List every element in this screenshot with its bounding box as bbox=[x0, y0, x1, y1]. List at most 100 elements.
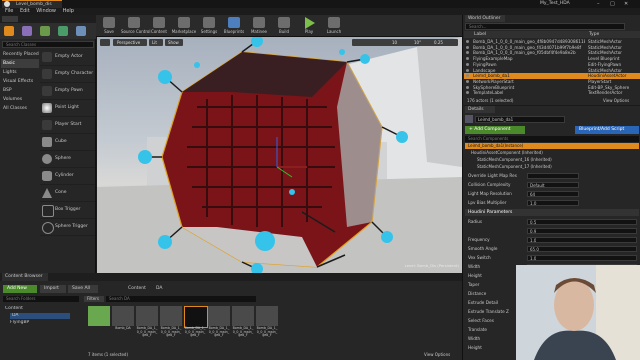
outliner-row[interactable]: Bomb_DA_1_0_0_0_main_geo_f43d4071b99f7b9… bbox=[464, 45, 640, 51]
category-lights[interactable]: Lights bbox=[1, 68, 39, 77]
play-button[interactable]: Play bbox=[298, 16, 320, 36]
blueprint-script-button[interactable]: Blueprint/Add Script bbox=[575, 126, 639, 134]
minimize-button[interactable]: – bbox=[597, 0, 607, 8]
level-tab[interactable]: Level_bomb_dis bbox=[2, 0, 62, 8]
outliner-row[interactable]: SkySphereBlueprint Edit-BP_Sky_Sphere bbox=[464, 85, 640, 91]
folder-item[interactable] bbox=[88, 306, 110, 336]
rotation-snap-value[interactable]: 10° bbox=[414, 39, 421, 46]
foliage-mode-icon[interactable] bbox=[58, 26, 68, 36]
eye-icon[interactable] bbox=[466, 91, 469, 95]
param-slider[interactable]: 0.9 bbox=[527, 228, 637, 234]
eye-icon[interactable] bbox=[466, 40, 469, 43]
outliner-view-options[interactable]: View Options bbox=[603, 97, 639, 104]
search-folders-input[interactable]: Search Folders bbox=[3, 296, 79, 302]
marketplace-button[interactable]: Marketplace bbox=[172, 16, 196, 36]
import-button[interactable]: Import bbox=[40, 285, 66, 293]
category-bsp[interactable]: BSP bbox=[1, 86, 39, 95]
menu-help[interactable]: Help bbox=[63, 8, 74, 15]
outliner-row[interactable]: Leimd_bomb_da1 HoudiniAssetActor bbox=[464, 73, 640, 79]
content-view-options[interactable]: View Options bbox=[424, 352, 460, 358]
menu-edit[interactable]: Edit bbox=[20, 8, 30, 15]
component-root[interactable]: Leimd_bomb_da1(Instance) bbox=[465, 143, 639, 149]
param-slider[interactable]: 65.0 bbox=[527, 246, 637, 252]
actor-name-input[interactable]: Leimd_bomb_da1 bbox=[475, 116, 565, 123]
eye-icon[interactable] bbox=[466, 68, 469, 72]
path-da[interactable]: DA bbox=[156, 285, 168, 293]
type-column-header[interactable]: Type bbox=[589, 31, 599, 38]
eye-icon[interactable] bbox=[466, 62, 469, 66]
tree-content[interactable]: Content bbox=[5, 306, 65, 312]
property-value[interactable]: 1.0 bbox=[527, 200, 579, 206]
place-item-empty-pawn[interactable]: Empty Pawn bbox=[40, 83, 95, 100]
property-value[interactable]: 64 bbox=[527, 191, 579, 197]
place-item-sphere[interactable]: Sphere bbox=[40, 151, 95, 168]
category-basic[interactable]: Basic bbox=[1, 59, 39, 68]
filters-button[interactable]: Filters bbox=[84, 296, 104, 302]
blueprints-button[interactable]: Blueprints bbox=[223, 16, 245, 36]
perspective-button[interactable]: Perspective bbox=[113, 39, 147, 46]
tree-da[interactable]: DA bbox=[10, 313, 70, 319]
matinee-button[interactable]: Matinee bbox=[248, 16, 270, 36]
landscape-mode-icon[interactable] bbox=[40, 26, 50, 36]
eye-icon[interactable] bbox=[466, 74, 469, 78]
category-all-classes[interactable]: All Classes bbox=[1, 104, 39, 113]
save-button[interactable]: Save bbox=[98, 16, 120, 36]
outliner-row[interactable]: Bomb_DA_1_0_0_0_main_geo_f05dbf4f4e9a8e2… bbox=[464, 50, 640, 56]
save-all-button[interactable]: Save All bbox=[68, 285, 98, 293]
asset-item[interactable]: Bomb_DA_1_0_0_0_main_geo_F bbox=[184, 306, 208, 337]
category-recently-placed[interactable]: Recently Placed bbox=[1, 50, 39, 59]
grid-snap-value[interactable]: 10 bbox=[392, 39, 397, 46]
place-item-cone[interactable]: Cone bbox=[40, 185, 95, 202]
asset-item[interactable]: Bomb_DA_1_0_0_0_main_geo_F bbox=[256, 306, 278, 337]
asset-item[interactable]: Bomb_DA_1_0_0_0_main_geo_F bbox=[160, 306, 182, 337]
eye-icon[interactable] bbox=[466, 79, 469, 83]
place-item-empty-actor[interactable]: Empty Actor bbox=[40, 49, 95, 66]
place-item-box-trigger[interactable]: Box Trigger bbox=[40, 202, 95, 219]
param-slider[interactable]: 1.0 bbox=[527, 237, 637, 243]
scale-snap-value[interactable]: 0.25 bbox=[434, 39, 443, 46]
search-components-input[interactable]: Search Components bbox=[465, 136, 639, 142]
content-browser-tab[interactable]: Content Browser bbox=[2, 273, 48, 281]
component-houdini[interactable]: HoudiniAssetComponent (Inherited) bbox=[471, 150, 631, 156]
show-button[interactable]: Show bbox=[165, 39, 183, 46]
place-mode-icon[interactable] bbox=[4, 26, 14, 36]
menu-window[interactable]: Window bbox=[36, 8, 56, 15]
outliner-row[interactable]: FlyingPawn Edit-FlyingPawn bbox=[464, 62, 640, 68]
path-content[interactable]: Content bbox=[128, 285, 152, 293]
outliner-row[interactable]: FlyingExampleMap Level Blueprint bbox=[464, 56, 640, 62]
content-button[interactable]: Content bbox=[148, 16, 170, 36]
asset-item[interactable]: Bomb_DA bbox=[112, 306, 134, 336]
geometry-mode-icon[interactable] bbox=[76, 26, 86, 36]
category-volumes[interactable]: Volumes bbox=[1, 95, 39, 104]
eye-icon[interactable] bbox=[466, 85, 469, 89]
outliner-row[interactable]: Bomb_DA_1_0_0_0_main_geo_4f8b0947d489308… bbox=[464, 39, 640, 45]
place-item-empty-character[interactable]: Empty Character bbox=[40, 66, 95, 83]
asset-item[interactable]: Bomb_DA_1_0_0_0_main_geo_F bbox=[232, 306, 254, 337]
eye-icon[interactable] bbox=[466, 57, 469, 61]
modes-tab-header[interactable] bbox=[2, 16, 18, 22]
details-tab[interactable]: Details bbox=[465, 106, 495, 113]
eye-icon[interactable] bbox=[466, 45, 469, 49]
search-assets-input[interactable]: Search DA bbox=[106, 296, 256, 302]
place-item-player-start[interactable]: Player Start bbox=[40, 117, 95, 134]
asset-item[interactable]: Bomb_DA_1_0_0_0_main_geo_F bbox=[208, 306, 230, 337]
place-item-cube[interactable]: Cube bbox=[40, 134, 95, 151]
source-control-button[interactable]: Source Control bbox=[121, 16, 150, 36]
maximize-button[interactable]: □ bbox=[610, 0, 620, 8]
place-item-sphere-trigger[interactable]: Sphere Trigger bbox=[40, 219, 95, 236]
add-new-button[interactable]: Add New bbox=[3, 285, 37, 293]
lit-button[interactable]: Lit bbox=[149, 39, 163, 46]
place-item-point-light[interactable]: Point Light bbox=[40, 100, 95, 117]
tree-flyingbp[interactable]: FlyingBP bbox=[10, 320, 70, 326]
paint-mode-icon[interactable] bbox=[22, 26, 32, 36]
build-button[interactable]: Build bbox=[273, 16, 295, 36]
outliner-row[interactable]: NetworkPlayerStart PlayerStart bbox=[464, 79, 640, 85]
add-component-button[interactable]: + Add Component bbox=[465, 126, 525, 134]
search-classes-input[interactable]: Search Classes bbox=[2, 41, 94, 48]
param-slider[interactable]: 1.0 bbox=[527, 255, 637, 261]
property-value[interactable]: Default bbox=[527, 182, 579, 188]
eye-icon[interactable] bbox=[466, 51, 469, 55]
asset-item[interactable]: Bomb_DA_1_0_0_0_main_geo_F bbox=[136, 306, 158, 337]
label-column-header[interactable]: Label bbox=[474, 31, 486, 38]
outliner-row[interactable]: TemplateLabel TextRenderActor bbox=[464, 90, 640, 96]
